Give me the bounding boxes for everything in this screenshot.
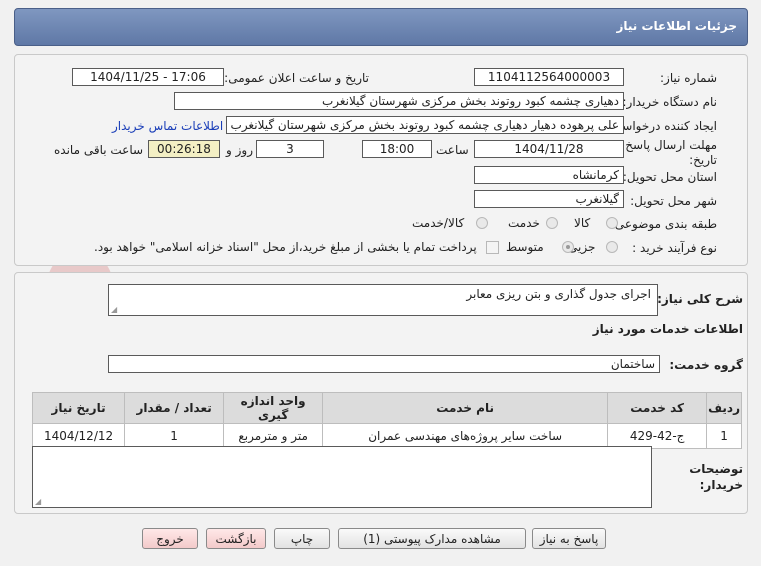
table-row: 1 ج-42-429 ساخت سایر پروژه‌های مهندسی عم… [31,423,742,449]
deadline-date-field: 1404/11/28 [474,140,624,158]
cell-need-date: 1404/12/12 [31,423,126,449]
buyer-notes-label-2: خریدار: [699,478,743,492]
services-table: ردیف کد خدمت نام خدمت واحد اندازه گیری ت… [31,392,742,449]
col-unit: واحد اندازه گیری [223,392,324,424]
description-label: شرح کلی نیاز: [657,292,743,306]
cell-quantity: 1 [124,423,225,449]
category-label: طبقه بندی موضوعی: [610,217,717,231]
purchase-type-label: نوع فرآیند خرید : [632,241,717,255]
city-field: گیلانغرب [474,190,624,208]
deadline-time-field: 18:00 [362,140,432,158]
service-group-field: ساختمان [108,355,660,373]
col-need-date: تاریخ نیاز [31,392,126,424]
deadline-label: مهلت ارسال پاسخ: تا [610,138,717,152]
description-text: اجرای جدول گذاری و بتن ریزی معابر [466,287,651,301]
page-title: جزئیات اطلاعات نیاز [616,19,737,33]
category-option-both: کالا/خدمت [412,216,465,230]
back-button[interactable]: بازگشت [206,528,266,549]
col-service-code: کد خدمت [607,392,708,424]
col-service-name: نام خدمت [322,392,609,424]
buyer-org-field: دهیاری چشمه کبود روتوند بخش مرکزی شهرستا… [174,92,624,110]
table-header-row: ردیف کد خدمت نام خدمت واحد اندازه گیری ت… [31,392,742,424]
buyer-org-label: نام دستگاه خریدار: [622,95,718,109]
resize-handle-icon[interactable]: ◢ [35,497,41,506]
province-field: کرمانشاه [474,166,624,184]
deadline-time-label: ساعت [436,143,469,157]
cell-unit: متر و مترمربع [223,423,324,449]
need-number-field: 1104112564000003 [474,68,624,86]
cell-row: 1 [706,423,742,449]
attachments-button[interactable]: مشاهده مدارک پیوستی (1) [338,528,526,549]
days-field: 3 [256,140,324,158]
buyer-notes-label: توضیحات [689,462,743,476]
purchase-radio-medium[interactable] [562,241,574,253]
services-section-title: اطلاعات خدمات مورد نیاز [592,322,743,336]
buyer-notes-field[interactable]: ◢ [32,446,652,508]
print-button[interactable]: چاپ [274,528,330,549]
days-label: روز و [226,143,253,157]
category-radio-goods[interactable] [606,217,618,229]
announce-field: 1404/11/25 - 17:06 [72,68,224,86]
remaining-time-field: 00:26:18 [148,140,220,158]
cell-service-name: ساخت سایر پروژه‌های مهندسی عمران [322,423,609,449]
deadline-label-date: تاریخ: [689,153,717,167]
requester-field: علی پرهوده دهیار دهیاری چشمه کبود روتوند… [226,116,624,134]
exit-button[interactable]: خروج [142,528,198,549]
need-number-label: شماره نیاز: [660,71,717,85]
resize-handle-icon[interactable]: ◢ [111,305,117,314]
purchase-radio-minor[interactable] [606,241,618,253]
purchase-option-medium: متوسط [506,240,544,254]
buyer-contact-link[interactable]: اطلاعات تماس خریدار [112,119,223,133]
description-field: اجرای جدول گذاری و بتن ریزی معابر ◢ [108,284,658,316]
page-header: جزئیات اطلاعات نیاز [14,8,748,46]
city-label: شهر محل تحویل: [630,194,717,208]
treasury-checkbox[interactable] [486,241,499,254]
province-label: استان محل تحویل: [622,170,717,184]
cell-service-code: ج-42-429 [607,423,708,449]
reply-button[interactable]: پاسخ به نیاز [532,528,606,549]
service-group-label: گروه خدمت: [669,358,743,372]
payment-note: پرداخت تمام یا بخشی از مبلغ خرید،از محل … [94,240,477,254]
col-row: ردیف [706,392,742,424]
announce-label: تاریخ و ساعت اعلان عمومی: [224,71,369,85]
category-radio-both[interactable] [476,217,488,229]
category-radio-service[interactable] [546,217,558,229]
category-option-goods: کالا [574,216,591,230]
col-quantity: تعداد / مقدار [124,392,225,424]
category-option-service: خدمت [508,216,540,230]
remaining-label: ساعت باقی مانده [54,143,144,157]
